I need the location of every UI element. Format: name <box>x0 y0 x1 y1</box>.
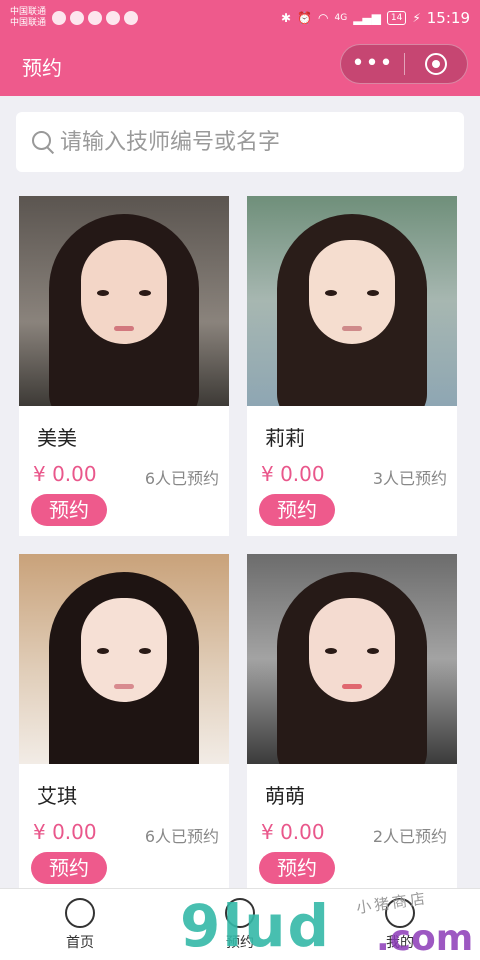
technician-card[interactable]: 美美 ¥ 0.00 6人已预约 预约 <box>19 196 229 536</box>
close-icon <box>424 53 447 75</box>
book-button[interactable]: 预约 <box>259 852 335 884</box>
miniprogram-capsule: ••• <box>340 44 468 84</box>
search-bar[interactable] <box>16 112 464 172</box>
bluetooth-icon: ✱ <box>280 11 292 25</box>
tab-mine[interactable]: 我的 <box>320 889 480 960</box>
alarm-icon: ⏰ <box>297 11 312 25</box>
technician-photo <box>247 196 457 406</box>
price: ¥ 0.00 <box>261 462 325 486</box>
price: ¥ 0.00 <box>33 820 97 844</box>
calendar-icon <box>225 897 255 928</box>
booking-count: 2人已预约 <box>372 827 447 846</box>
booking-count: 6人已预约 <box>144 827 219 846</box>
signal-icon: ▂▄▆ <box>353 11 381 25</box>
carrier-info: 中国联通 中国联通 <box>10 7 46 29</box>
tab-bar: 首页 预约 我的 <box>0 888 480 960</box>
technician-name: 艾琪 <box>37 784 77 808</box>
page-title: 预约 <box>22 55 62 80</box>
technician-card[interactable]: 艾琪 ¥ 0.00 6人已预约 预约 <box>19 554 229 894</box>
technician-card[interactable]: 萌萌 ¥ 0.00 2人已预约 预约 <box>247 554 457 894</box>
tab-label: 我的 <box>386 934 414 951</box>
battery-indicator: 14 <box>386 11 407 25</box>
status-right: ✱ ⏰ ◠ 4G ▂▄▆ 14 ⚡ 15:19 <box>281 9 470 27</box>
status-bar: 中国联通 中国联通 ✱ ⏰ ◠ 4G ▂▄▆ 14 ⚡ 15:19 <box>0 0 480 36</box>
technician-card[interactable]: 莉莉 ¥ 0.00 3人已预约 预约 <box>247 196 457 536</box>
network-label: 4G <box>334 13 348 23</box>
carrier-label: 中国联通 <box>10 7 47 17</box>
book-button[interactable]: 预约 <box>259 494 335 526</box>
user-icon <box>385 897 415 928</box>
title-bar: 预约 ••• <box>0 36 480 96</box>
shield-icon <box>124 11 139 25</box>
technician-photo <box>19 196 229 406</box>
technician-name: 莉莉 <box>265 426 305 450</box>
tab-label: 预约 <box>226 934 254 951</box>
book-button[interactable]: 预约 <box>31 494 107 526</box>
more-button[interactable]: ••• <box>341 44 404 84</box>
charging-icon: ⚡ <box>412 11 421 25</box>
wechat-icon <box>70 11 85 25</box>
wifi-icon: ◠ <box>318 11 329 25</box>
tab-label: 首页 <box>66 934 94 951</box>
technician-photo <box>19 554 229 764</box>
download-icon <box>106 11 121 25</box>
clock: 15:19 <box>426 9 470 27</box>
tab-home[interactable]: 首页 <box>0 889 160 960</box>
notification-icons <box>52 11 139 25</box>
search-input[interactable] <box>60 129 450 155</box>
alipay-icon <box>88 11 103 25</box>
close-button[interactable] <box>405 53 467 75</box>
price: ¥ 0.00 <box>33 462 97 486</box>
search-icon <box>30 129 56 155</box>
booking-count: 6人已预约 <box>144 469 219 488</box>
message-icon <box>52 11 67 25</box>
price: ¥ 0.00 <box>261 820 325 844</box>
carrier-label: 中国联通 <box>10 18 47 28</box>
tab-booking[interactable]: 预约 <box>160 889 320 960</box>
booking-count: 3人已预约 <box>372 469 447 488</box>
technician-name: 萌萌 <box>265 784 305 808</box>
home-icon <box>65 897 95 928</box>
technician-photo <box>247 554 457 764</box>
book-button[interactable]: 预约 <box>31 852 107 884</box>
technician-name: 美美 <box>37 426 77 450</box>
